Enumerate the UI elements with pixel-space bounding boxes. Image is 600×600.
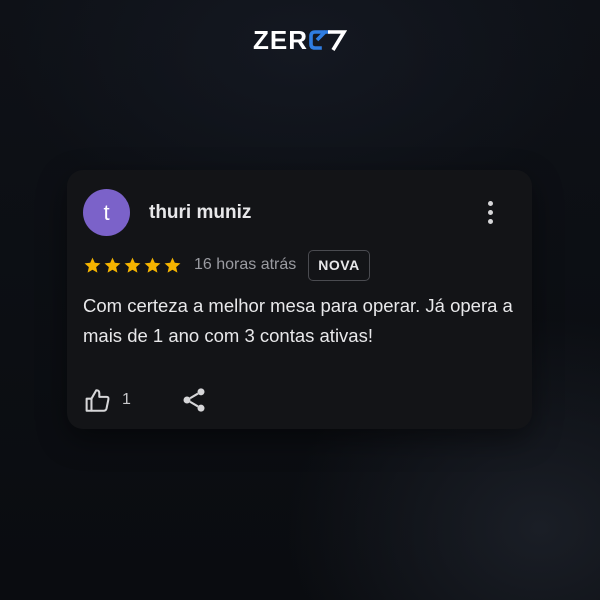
more-vert-icon-dot xyxy=(487,200,493,206)
like-button[interactable]: 1 xyxy=(83,384,131,416)
share-icon[interactable] xyxy=(180,386,208,414)
review-text: Com certeza a melhor mesa para operar. J… xyxy=(83,295,513,346)
thumb-up-icon xyxy=(85,388,110,412)
brand-logo: ZER 07 xyxy=(0,26,600,54)
avatar[interactable]: t xyxy=(83,189,130,236)
star-icon xyxy=(164,257,181,273)
avatar-letter: t xyxy=(103,199,110,225)
review-time: 16 horas atrás xyxy=(194,256,297,273)
star-rating xyxy=(83,256,182,275)
star-icon xyxy=(124,257,141,273)
like-count: 1 xyxy=(122,391,131,408)
new-badge: NOVA xyxy=(308,249,370,281)
more-vert-icon-dot xyxy=(487,209,493,215)
star-icon xyxy=(104,257,121,273)
star-icon xyxy=(144,257,161,273)
star-icon xyxy=(84,257,101,273)
review-card: t thuri muniz 16 horas atrás NOVA Com ce… xyxy=(67,170,532,429)
rating-row: 16 horas atrás NOVA xyxy=(83,249,370,281)
review-author[interactable]: thuri muniz xyxy=(149,202,251,224)
more-vert-icon-dot xyxy=(487,218,493,224)
logo-text: ZER xyxy=(253,25,308,55)
more-options-button[interactable] xyxy=(479,198,501,226)
logo-07-mark: 07 xyxy=(309,30,347,51)
